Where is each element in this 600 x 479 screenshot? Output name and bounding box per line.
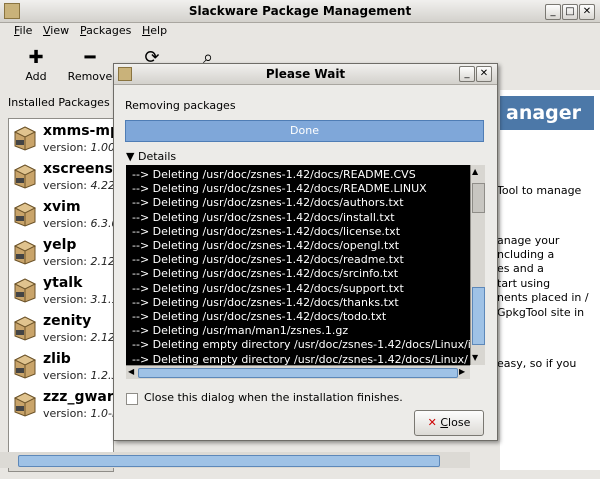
package-list-item[interactable]: zlib version: 1.2.3 — [11, 349, 113, 385]
log-line: --> Deleting empty directory /usr/doc/zs… — [132, 352, 468, 365]
log-line: --> Deleting /usr/man/man1/zsnes.1.gz — [132, 324, 349, 338]
log-line: --> Deleting /usr/doc/zsnes-1.42/docs/sr… — [132, 267, 399, 281]
package-box-icon — [13, 354, 37, 379]
package-name: xmms-mp — [43, 123, 114, 139]
close-x-icon: ✕ — [427, 416, 437, 429]
triangle-down-icon: ▼ — [126, 150, 135, 163]
info-text-line: anage your — [497, 234, 560, 247]
package-list-item[interactable]: ytalk version: 3.1.1 — [11, 273, 113, 309]
log-line: --> Deleting /usr/doc/zsnes-1.42/docs/au… — [132, 196, 404, 210]
log-line: --> Deleting /usr/doc/zsnes-1.42/docs/RE… — [132, 168, 416, 181]
log-line: --> Deleting /usr/doc/zsnes-1.42/docs/RE… — [132, 182, 427, 196]
log-horizontal-scrollbar[interactable]: ◀ ▶ — [126, 365, 470, 379]
package-name: yelp — [43, 237, 77, 253]
package-name: xvim — [43, 199, 81, 215]
close-when-done-label: Close this dialog when the installation … — [144, 391, 403, 404]
info-text-line: Tool to manage — [497, 184, 582, 197]
scroll-right-icon[interactable]: ▶ — [459, 367, 465, 376]
log-line: --> Deleting /usr/doc/zsnes-1.42/docs/op… — [132, 239, 400, 252]
info-text-line: nents placed in / — [497, 291, 589, 304]
progress-bar: Done — [125, 120, 484, 142]
please-wait-dialog: Please Wait _ ✕ Removing packages Done ▼… — [113, 63, 498, 441]
package-box-icon — [13, 316, 37, 341]
package-name: xscreens — [43, 161, 113, 177]
manager-banner: anager — [500, 96, 594, 130]
info-text-line: ncluding a — [497, 248, 555, 261]
package-box-icon — [13, 278, 37, 303]
package-list-item[interactable]: zenity version: 2.12 — [11, 311, 113, 347]
package-list-item[interactable]: xvim version: 6.3.0 — [11, 197, 113, 233]
package-name: zenity — [43, 313, 92, 329]
main-window-title: Slackware Package Management — [188, 4, 412, 18]
package-box-icon — [13, 240, 37, 265]
maximize-icon[interactable]: □ — [562, 4, 578, 20]
package-version: version: 6.3.0 — [43, 217, 113, 230]
log-hscroll-thumb[interactable] — [138, 368, 458, 378]
menu-file[interactable]: File — [14, 24, 32, 37]
package-list-item[interactable]: yelp version: 2.12 — [11, 235, 113, 271]
package-list[interactable]: xmms-mp version: 1.00 xscreens version: 4.2… — [8, 118, 114, 460]
info-text-line: es and a — [497, 262, 544, 275]
package-box-icon — [13, 202, 37, 227]
log-line: --> Deleting /usr/doc/zsnes-1.42/docs/re… — [132, 253, 404, 267]
log-output[interactable]: --> Deleting /usr/doc/zsnes-1.42/docs/RE… — [126, 165, 470, 365]
log-line: --> Deleting /usr/doc/zsnes-1.42/docs/to… — [132, 310, 387, 323]
menu-packages[interactable]: Packages — [80, 24, 131, 37]
close-window-icon[interactable]: ✕ — [579, 4, 595, 20]
package-box-icon — [13, 392, 37, 417]
package-box-icon — [13, 126, 37, 151]
package-version: version: 1.00 — [43, 141, 114, 154]
log-vertical-scrollbar[interactable]: ▲ ▼ — [470, 165, 485, 365]
log-vscroll-thumb-active[interactable] — [472, 287, 485, 345]
package-name: zzz_gwar — [43, 389, 114, 405]
log-line: --> Deleting /usr/doc/zsnes-1.42/docs/li… — [132, 224, 401, 238]
plus-icon: ✚ — [28, 47, 44, 68]
dialog-status-text: Removing packages — [125, 99, 236, 112]
log-line: --> Deleting /usr/doc/zsnes-1.42/docs/th… — [132, 295, 399, 309]
dialog-title: Please Wait — [265, 67, 346, 81]
menubar: File View Packages Help — [0, 23, 600, 41]
remove-button[interactable]: ━ Remove — [66, 42, 114, 84]
close-button[interactable]: ✕ Close — [414, 410, 484, 436]
details-expander[interactable]: ▼ Details — [126, 150, 176, 163]
package-box-icon — [13, 164, 37, 189]
dialog-minimize-icon[interactable]: _ — [459, 66, 475, 82]
log-line: --> Deleting /usr/doc/zsnes-1.42/docs/su… — [132, 281, 404, 295]
package-list-item[interactable]: zzz_gwar version: 1.0-r — [11, 387, 113, 423]
info-text-line: easy, so if you — [497, 357, 577, 370]
log-line: --> Deleting empty directory /usr/doc/zs… — [132, 338, 470, 352]
info-text-line: GpkgTool site in — [497, 306, 585, 319]
package-version: version: 4.22 — [43, 179, 114, 192]
main-scroll-thumb[interactable] — [18, 455, 440, 467]
add-button[interactable]: ✚ Add — [12, 42, 60, 84]
installed-packages-header: Installed Packages — [8, 96, 110, 109]
package-version: version: 3.1.1 — [43, 293, 113, 306]
scroll-down-icon[interactable]: ▼ — [472, 353, 478, 362]
details-label: Details — [137, 150, 177, 163]
menu-view[interactable]: View — [43, 24, 69, 37]
scroll-left-icon[interactable]: ◀ — [128, 367, 134, 376]
package-name: zlib — [43, 351, 71, 367]
menu-help[interactable]: Help — [142, 24, 167, 37]
log-line: --> Deleting /usr/doc/zsnes-1.42/docs/in… — [132, 210, 395, 224]
log-vscroll-thumb[interactable] — [472, 183, 485, 213]
package-list-item[interactable]: xscreens version: 4.22 — [11, 159, 113, 195]
dialog-close-icon[interactable]: ✕ — [476, 66, 492, 82]
scroll-up-icon[interactable]: ▲ — [472, 167, 478, 176]
package-version: version: 1.0-r — [43, 407, 114, 420]
info-text-line: tart using — [497, 277, 551, 290]
package-version: version: 2.12 — [43, 255, 114, 268]
minimize-icon[interactable]: _ — [545, 4, 561, 20]
package-list-item[interactable]: xmms-mp version: 1.00 — [11, 121, 113, 157]
progress-label: Done — [290, 124, 319, 137]
package-name: ytalk — [43, 275, 83, 291]
package-version: version: 2.12 — [43, 331, 114, 344]
close-when-done-checkbox[interactable] — [126, 393, 138, 405]
minus-icon: ━ — [84, 47, 96, 68]
package-version: version: 1.2.3 — [43, 369, 113, 382]
